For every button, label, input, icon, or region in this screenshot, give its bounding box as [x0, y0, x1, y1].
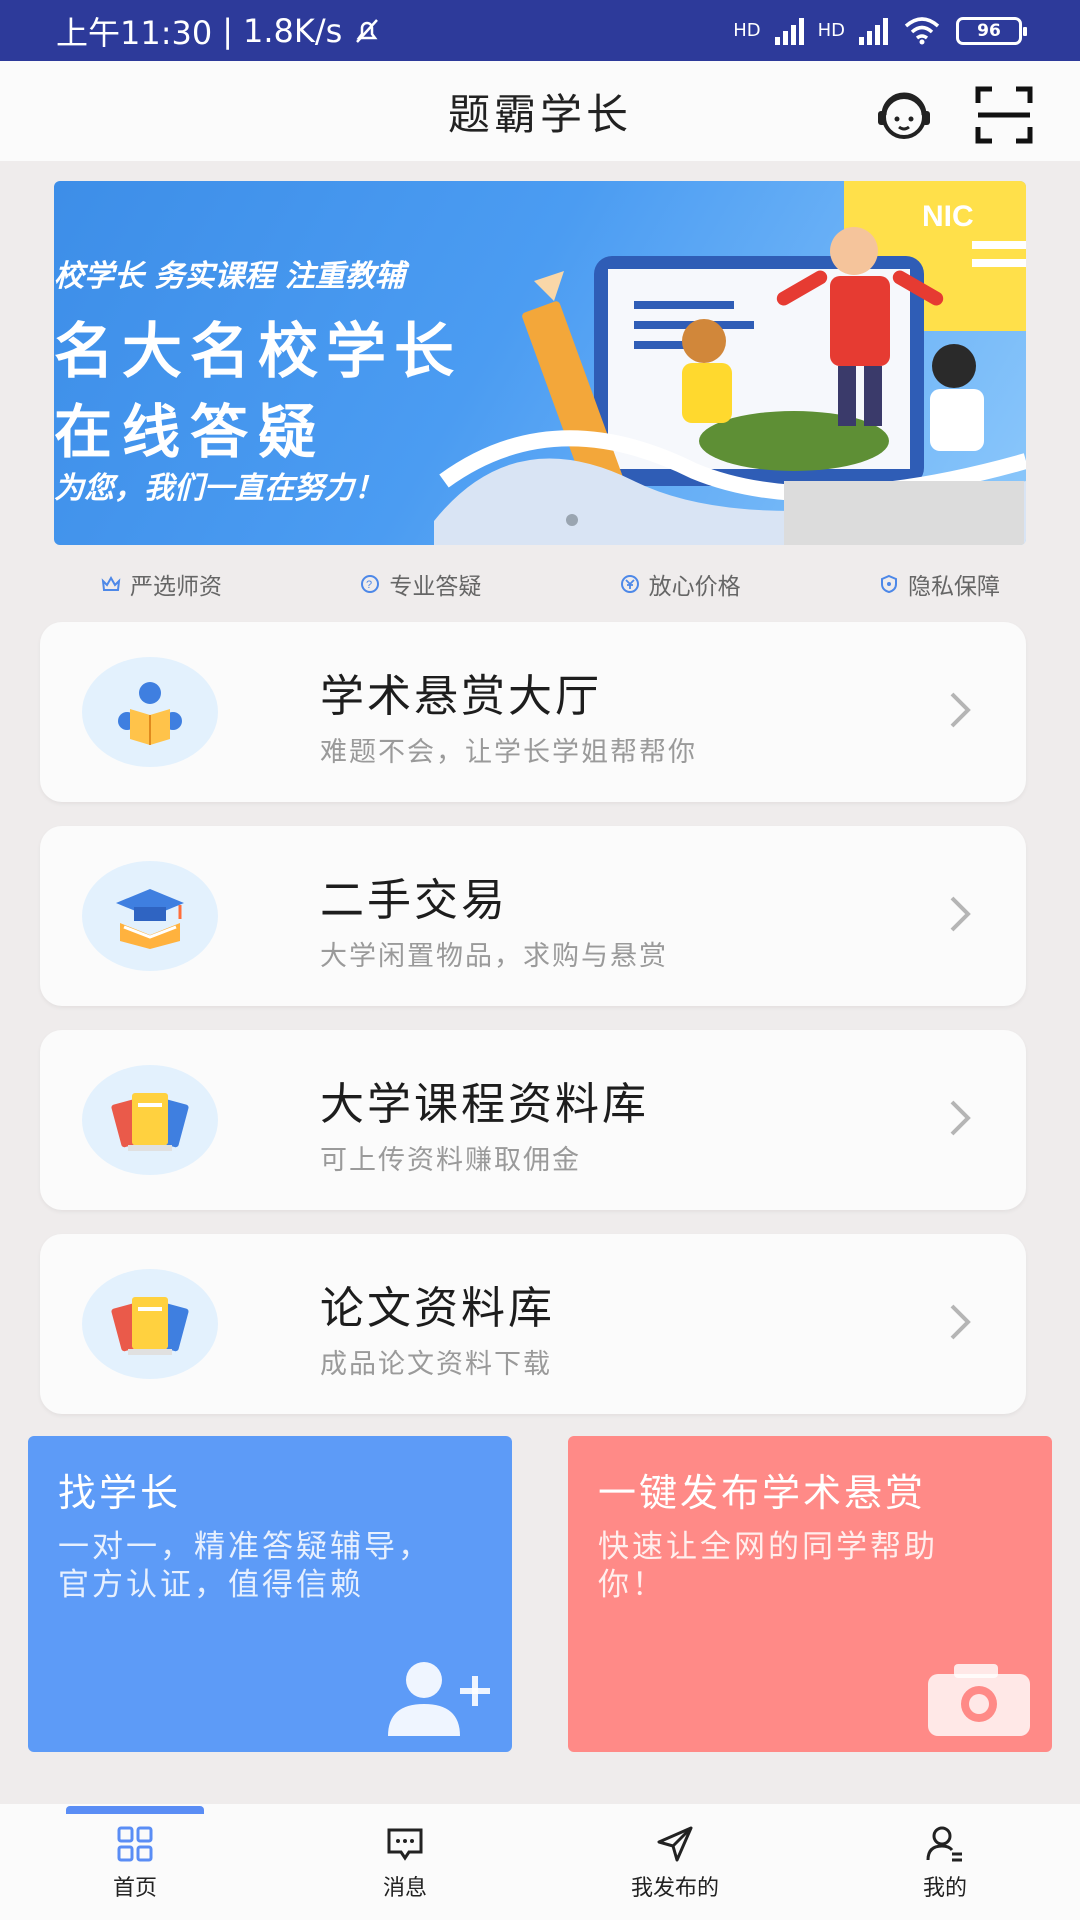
- banner-corner-text: NIC: [922, 200, 974, 233]
- menu-title: 大学课程资料库: [320, 1079, 649, 1130]
- find-senior-title: 找学长: [58, 1471, 182, 1515]
- nav-label: 我的: [922, 1876, 967, 1901]
- sim2-hd-label: HD: [817, 20, 845, 41]
- home-grid-icon: [117, 1826, 153, 1862]
- sim1-hd-label: HD: [733, 20, 761, 41]
- feature-label: 隐私保障: [907, 574, 1000, 600]
- profile-icon: [926, 1826, 962, 1862]
- svg-text:?: ?: [366, 579, 372, 591]
- chevron-right-icon: [950, 896, 971, 932]
- message-icon: [387, 1828, 423, 1861]
- books-icon: [111, 1297, 189, 1355]
- post-reward-subtitle: 快速让全网的同学帮助你！: [598, 1529, 938, 1603]
- menu-subtitle: 难题不会，让学长学姐帮帮你: [320, 737, 697, 768]
- carousel-indicator[interactable]: [566, 514, 578, 526]
- menu-subtitle: 成品论文资料下载: [320, 1349, 552, 1380]
- reading-person-icon: [118, 682, 182, 745]
- nav-home[interactable]: 首页: [0, 1804, 270, 1920]
- signal2-icon: [859, 17, 888, 45]
- nav-messages[interactable]: 消息: [270, 1804, 540, 1920]
- banner-line4: 为您，我们一直在努力！: [54, 471, 384, 506]
- menu-subtitle: 可上传资料赚取佣金: [320, 1145, 581, 1176]
- feature-item: 隐私保障: [878, 564, 1000, 604]
- nav-active-indicator: [66, 1806, 204, 1814]
- scan-icon[interactable]: [972, 83, 1036, 147]
- banner-line2: 名大名校学长: [54, 317, 462, 387]
- chevron-right-icon: [950, 1304, 971, 1340]
- nav-label: 首页: [112, 1876, 157, 1901]
- camera-icon: [928, 1664, 1030, 1736]
- add-user-icon: [388, 1662, 490, 1736]
- menu-card-course-library[interactable]: 大学课程资料库 可上传资料赚取佣金: [40, 1030, 1026, 1210]
- feature-item: 严选师资: [100, 564, 222, 604]
- battery-icon: 96: [956, 16, 1027, 45]
- menu-card-reward-hall[interactable]: 学术悬赏大厅 难题不会，让学长学姐帮帮你: [40, 622, 1026, 802]
- nav-label: 我发布的: [630, 1876, 719, 1901]
- find-senior-card[interactable]: 找学长 一对一，精准答疑辅导，官方认证，值得信赖: [28, 1436, 512, 1752]
- promo-banner[interactable]: 校学长 务实课程 注重教辅 名大名校学长 在线答疑 为您，我们一直在努力！ NI…: [54, 181, 1026, 545]
- feature-row: 严选师资 ? 专业答疑 放心价格 隐私保障: [100, 564, 1000, 604]
- question-icon: ?: [361, 575, 380, 593]
- status-bar: 上午11:30 | 1.8K/s HD HD 96: [0, 0, 1080, 61]
- feature-label: 专业答疑: [389, 574, 482, 600]
- feature-label: 严选师资: [130, 574, 222, 600]
- send-icon: [657, 1826, 693, 1862]
- menu-card-second-hand[interactable]: 二手交易 大学闲置物品，求购与悬赏: [40, 826, 1026, 1006]
- app-header: 题霸学长: [0, 61, 1080, 161]
- shield-icon: [880, 574, 897, 594]
- page-title: 题霸学长: [447, 89, 632, 139]
- banner-illustration: NIC: [434, 181, 1026, 545]
- menu-icon-bg: [82, 1065, 218, 1175]
- menu-icon-bg: [82, 657, 218, 767]
- status-right: HD HD 96: [733, 16, 1027, 46]
- status-left: 上午11:30 | 1.8K/s: [56, 8, 382, 54]
- bottom-nav: 首页 消息 我发布的 我的: [0, 1804, 1080, 1920]
- mute-bell-icon: [356, 18, 379, 43]
- menu-title: 论文资料库: [320, 1283, 555, 1334]
- menu-title: 学术悬赏大厅: [320, 671, 602, 722]
- yen-icon: [620, 575, 639, 593]
- signal1-icon: [774, 17, 804, 45]
- menu-card-thesis-library[interactable]: 论文资料库 成品论文资料下载: [40, 1234, 1026, 1414]
- post-reward-card[interactable]: 一键发布学术悬赏 快速让全网的同学帮助你！: [568, 1436, 1052, 1752]
- post-reward-title: 一键发布学术悬赏: [598, 1471, 927, 1515]
- customer-service-icon[interactable]: [872, 83, 936, 147]
- chevron-right-icon: [950, 692, 971, 728]
- chevron-right-icon: [950, 1100, 971, 1136]
- battery-level: 96: [977, 20, 1001, 41]
- nav-my-posts[interactable]: 我发布的: [540, 1804, 810, 1920]
- feature-item: 放心价格: [619, 564, 741, 604]
- feature-label: 放心价格: [648, 574, 741, 600]
- wifi-icon: [904, 16, 940, 44]
- find-senior-subtitle: 一对一，精准答疑辅导，官方认证，值得信赖: [58, 1529, 432, 1603]
- nav-label: 消息: [382, 1876, 427, 1901]
- menu-icon-bg: [82, 1269, 218, 1379]
- menu-title: 二手交易: [320, 875, 508, 926]
- nav-profile[interactable]: 我的: [810, 1804, 1080, 1920]
- network-speed: 1.8K/s: [243, 11, 343, 50]
- banner-line3: 在线答疑: [54, 398, 327, 466]
- status-time: 上午11:30: [56, 13, 213, 52]
- menu-subtitle: 大学闲置物品，求购与悬赏: [320, 941, 668, 972]
- graduation-cap-icon: [116, 889, 184, 949]
- feature-item: ? 专业答疑: [359, 564, 481, 604]
- menu-icon-bg: [82, 861, 218, 971]
- crown-icon: [101, 575, 121, 591]
- books-icon: [111, 1093, 189, 1151]
- status-separator: |: [222, 11, 234, 50]
- banner-line1: 校学长 务实课程 注重教辅: [54, 259, 405, 294]
